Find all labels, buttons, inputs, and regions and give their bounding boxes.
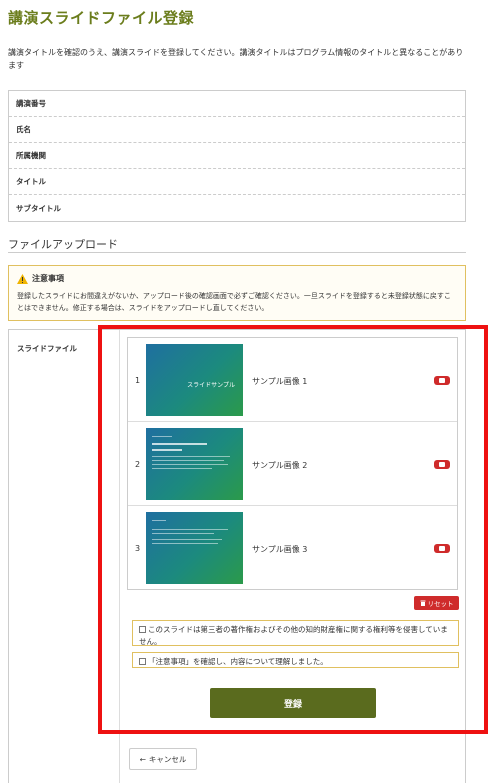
trash-icon — [439, 462, 445, 467]
slide-thumbnail — [146, 428, 243, 500]
slide-number: 2 — [135, 460, 141, 469]
notice-header: 注意事項 — [17, 273, 457, 284]
info-row-number: 講演番号 — [9, 91, 465, 117]
notice-box: 注意事項 登録したスライドにお間違えがないか、アップロード後の確認画面で必ずご確… — [8, 265, 466, 321]
slide-thumbnail-title: スライドサンプル — [187, 382, 235, 389]
slide-number: 1 — [135, 376, 141, 385]
notice-confirmation-checkbox[interactable]: 「注意事項」を確認し、内容について理解しました。 — [132, 652, 459, 668]
trash-icon — [439, 546, 445, 551]
notice-title: 注意事項 — [32, 274, 64, 283]
slide-thumbnail — [146, 512, 243, 584]
cancel-label: キャンセル — [148, 754, 187, 764]
slide-row: 3 サンプル画像 3 — [128, 506, 457, 590]
notice-confirmation-label: 「注意事項」を確認し、内容について理解しました。 — [148, 657, 328, 666]
slide-thumbnail-text-lines — [152, 520, 232, 547]
delete-slide-button[interactable] — [434, 460, 450, 469]
slide-number: 3 — [135, 544, 141, 553]
cancel-button[interactable]: ← キャンセル — [129, 748, 197, 770]
info-row-name: 氏名 — [9, 117, 465, 143]
section-title-upload: ファイルアップロード — [8, 238, 118, 251]
delete-slide-button[interactable] — [434, 376, 450, 385]
slide-row: 1 スライドサンプル サンプル画像 1 — [128, 338, 457, 422]
slide-row: 2 サンプル画像 2 — [128, 422, 457, 506]
slide-file-name: サンプル画像 2 — [252, 461, 308, 470]
slide-file-label: スライドファイル — [17, 344, 77, 353]
checkbox-square[interactable] — [139, 658, 146, 665]
slide-file-name: サンプル画像 1 — [252, 377, 308, 386]
trash-icon — [420, 600, 425, 606]
slide-file-name: サンプル画像 3 — [252, 545, 308, 554]
info-table: 講演番号 氏名 所属機関 タイトル サブタイトル — [8, 90, 466, 222]
reset-label: リセット — [427, 600, 454, 608]
info-row-subtitle: サブタイトル — [16, 203, 61, 213]
trash-icon — [439, 378, 445, 383]
rights-confirmation-label: このスライドは第三者の著作権およびその他の知的財産権に関する権利等を侵害していま… — [139, 625, 448, 646]
slide-thumbnail-text-lines — [152, 436, 232, 472]
slides-list: 1 スライドサンプル サンプル画像 1 2 サンプル画像 2 3 サンプル画像 … — [127, 337, 458, 590]
rights-confirmation-checkbox[interactable]: このスライドは第三者の著作権およびその他の知的財産権に関する権利等を侵害していま… — [132, 620, 459, 646]
info-row-affiliation: 所属機関 — [9, 143, 465, 169]
reset-button[interactable]: リセット — [414, 596, 459, 610]
arrow-left-icon: ← — [139, 754, 146, 764]
delete-slide-button[interactable] — [434, 544, 450, 553]
page-title: 講演スライドファイル登録 — [8, 9, 195, 27]
slide-thumbnail: スライドサンプル — [146, 344, 243, 416]
info-row-title: タイトル — [9, 169, 465, 195]
section-divider — [8, 252, 466, 253]
form-label-column: スライドファイル — [9, 330, 120, 783]
checkbox-square[interactable] — [139, 626, 146, 633]
notice-text: 登録したスライドにお間違えがないか、アップロード後の確認画面で必ずご確認ください… — [17, 292, 451, 312]
warning-icon — [17, 273, 28, 284]
submit-button[interactable]: 登録 — [210, 688, 376, 718]
intro-text: 講演タイトルを確認のうえ、講演スライドを登録してください。講演タイトルはプログラ… — [8, 48, 464, 70]
